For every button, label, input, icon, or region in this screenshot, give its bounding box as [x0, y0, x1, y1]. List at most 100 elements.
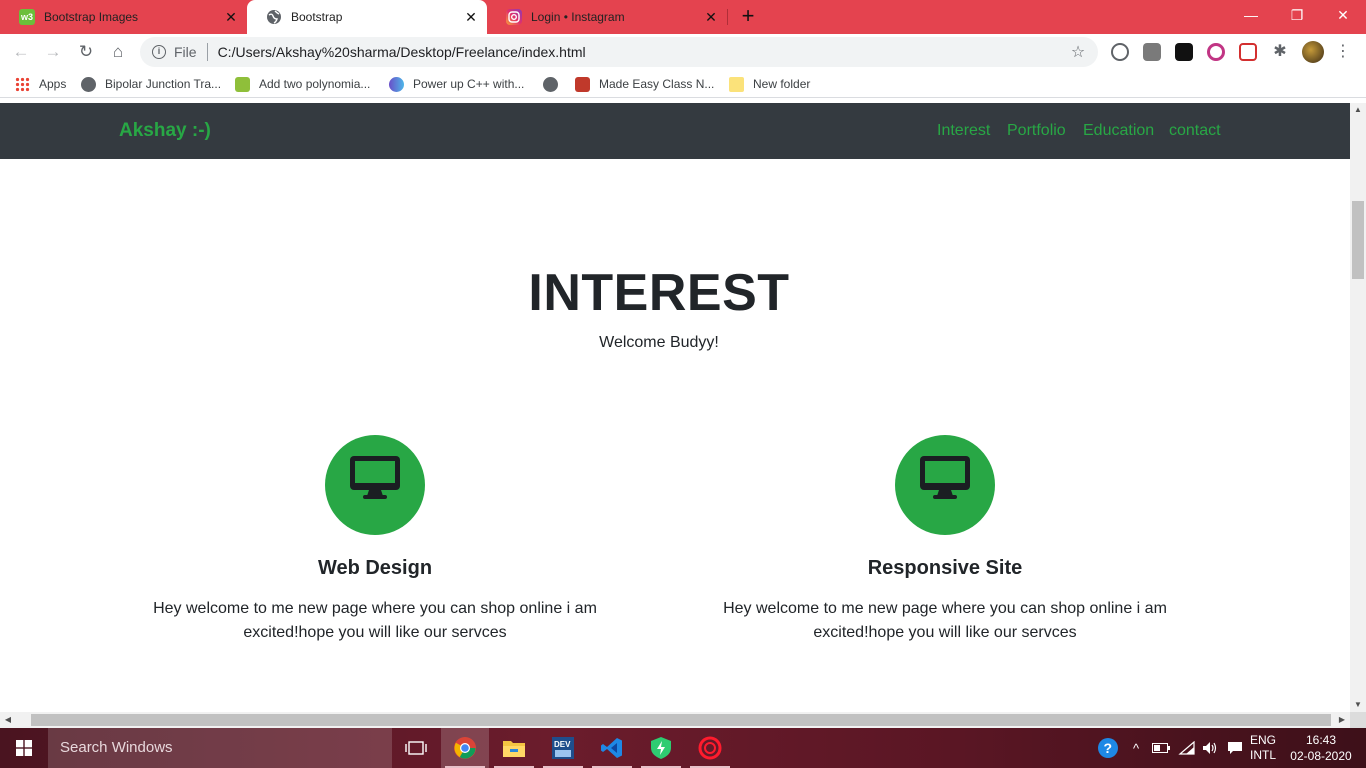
extension-pocket-icon[interactable] [1239, 43, 1257, 61]
scroll-left-arrow-icon[interactable]: ◀ [0, 712, 16, 728]
clock-time: 16:43 [1305, 733, 1337, 747]
scrollbar-corner [1350, 712, 1366, 728]
clock[interactable]: 16:43 02-08-2020 [1284, 728, 1358, 768]
extensions-puzzle-icon[interactable]: ✱ [1271, 43, 1289, 61]
tab-bootstrap[interactable]: Bootstrap ✕ [247, 0, 487, 34]
chevron-up-icon[interactable]: ^ [1126, 728, 1146, 768]
nav-link-portfolio[interactable]: Portfolio [1007, 122, 1066, 140]
vpn-shield-icon[interactable] [637, 728, 685, 768]
bookmark-cpp[interactable]: Power up C++ with... [389, 75, 524, 93]
restore-button[interactable]: ❐ [1274, 0, 1320, 30]
section-subtitle: Welcome Budyy! [599, 334, 719, 351]
tab-strip: w3 Bootstrap Images ✕ Bootstrap ✕ Login … [0, 0, 1366, 34]
bookmark-star-icon[interactable]: ☆ [1068, 42, 1088, 62]
nav-link-interest[interactable]: Interest [937, 122, 990, 140]
vscode-icon[interactable] [588, 728, 636, 768]
reload-button[interactable]: ↻ [75, 41, 97, 63]
bookmark-label: Add two polynomia... [259, 77, 371, 91]
profile-avatar[interactable] [1302, 41, 1324, 63]
volume-icon[interactable] [1200, 728, 1222, 768]
nav-link-education[interactable]: Education [1083, 122, 1154, 140]
close-icon[interactable]: ✕ [703, 9, 719, 25]
navbar-brand[interactable]: Akshay :-) [119, 120, 211, 142]
bookmark-label: Power up C++ with... [413, 77, 525, 91]
language-code: ENG [1249, 733, 1276, 747]
close-icon[interactable]: ✕ [223, 9, 239, 25]
opera-icon[interactable] [686, 728, 734, 768]
windows-start-button[interactable] [0, 728, 48, 768]
folder-icon [729, 76, 744, 92]
bookmark-new-folder[interactable]: New folder [729, 75, 810, 93]
tab-bootstrap-images[interactable]: w3 Bootstrap Images ✕ [0, 0, 247, 34]
horizontal-scroll-thumb[interactable] [31, 714, 1331, 726]
task-view-icon[interactable] [392, 728, 440, 768]
bookmarks-bar: Apps Bipolar Junction Tra... Add two pol… [0, 70, 1366, 98]
omnibox-divider [206, 43, 208, 61]
forward-button[interactable]: → [42, 41, 64, 63]
taskbar-search-input[interactable]: Search Windows [48, 728, 392, 768]
desktop-monitor-icon [920, 456, 970, 499]
svg-text:?: ? [1104, 740, 1113, 756]
close-window-button[interactable]: ✕ [1320, 0, 1366, 30]
scroll-up-arrow-icon[interactable]: ▲ [1350, 103, 1366, 117]
globe-icon [266, 9, 282, 25]
bookmark-label: Made Easy Class N... [599, 77, 715, 91]
new-tab-button[interactable]: + [737, 5, 759, 28]
bookmark-made-easy[interactable]: Made Easy Class N... [575, 75, 714, 93]
horizontal-scrollbar[interactable]: ◀ ▶ [0, 712, 1350, 728]
extension-bag-icon[interactable] [1143, 43, 1161, 61]
bookmark-label: Apps [39, 77, 67, 91]
tab-title: Login • Instagram [531, 10, 625, 24]
windows-logo-icon [16, 740, 32, 756]
bookmark-label: Bipolar Junction Tra... [105, 77, 222, 91]
vertical-scroll-thumb[interactable] [1352, 201, 1364, 279]
url-text[interactable]: C:/Users/Akshay%20sharma/Desktop/Freelan… [218, 44, 1068, 60]
home-button[interactable]: ⌂ [107, 41, 129, 63]
wave-icon [389, 76, 404, 92]
wifi-icon[interactable] [1176, 728, 1198, 768]
help-icon[interactable]: ? [1096, 728, 1120, 768]
bookmark-label: New folder [753, 77, 811, 91]
dev-cpp-icon[interactable]: DEV [539, 728, 587, 768]
feature-icon-circle [895, 435, 995, 535]
clock-date: 02-08-2020 [1290, 749, 1352, 763]
scroll-down-arrow-icon[interactable]: ▼ [1350, 698, 1366, 712]
chrome-icon[interactable] [441, 728, 489, 768]
svg-text:DEV: DEV [554, 740, 571, 749]
menu-kebab-icon[interactable]: ⋮ [1334, 43, 1352, 61]
extension-instagram-icon[interactable] [1207, 43, 1225, 61]
notifications-icon[interactable] [1224, 728, 1246, 768]
language-indicator[interactable]: ENG INTL [1246, 728, 1280, 768]
nav-link-contact[interactable]: contact [1169, 122, 1221, 140]
address-bar[interactable]: i File C:/Users/Akshay%20sharma/Desktop/… [140, 37, 1098, 67]
plant-icon [235, 76, 250, 92]
back-button[interactable]: ← [10, 41, 32, 63]
info-icon[interactable]: i [152, 45, 166, 59]
browser-toolbar: ← → ↻ ⌂ i File C:/Users/Akshay%20sharma/… [0, 34, 1366, 70]
bookmark-polynomials[interactable]: Add two polynomia... [235, 75, 370, 93]
feature-title: Web Design [317, 557, 433, 579]
feature-icon-circle [325, 435, 425, 535]
file-explorer-icon[interactable] [490, 728, 538, 768]
bookmark-globe[interactable] [543, 75, 567, 93]
rocket-icon [575, 76, 590, 92]
extension-glasses-icon[interactable] [1175, 43, 1193, 61]
globe-icon [543, 76, 558, 92]
feature-text: Hey welcome to me new page where you can… [153, 600, 597, 641]
minimize-button[interactable]: — [1228, 0, 1274, 30]
bookmark-bipolar[interactable]: Bipolar Junction Tra... [81, 75, 221, 93]
close-icon[interactable]: ✕ [463, 9, 479, 25]
extension-speed-icon[interactable] [1111, 43, 1129, 61]
feature-card-responsive-site: Responsive Site Hey welcome to me new pa… [685, 435, 1205, 645]
tab-title: Bootstrap [291, 10, 343, 24]
scheme-label: File [174, 44, 197, 60]
tab-instagram[interactable]: Login • Instagram ✕ [487, 0, 727, 34]
windows-taskbar: Search Windows DEV ? ^ ENG INTL 16:43 02… [0, 728, 1366, 768]
battery-icon[interactable] [1150, 728, 1172, 768]
desktop-monitor-icon [350, 456, 400, 499]
section-title: INTEREST [528, 264, 790, 322]
globe-icon [81, 76, 96, 92]
bookmark-apps[interactable]: Apps [15, 75, 66, 93]
scroll-right-arrow-icon[interactable]: ▶ [1334, 712, 1350, 728]
vertical-scrollbar[interactable]: ▲ ▼ [1350, 103, 1366, 712]
